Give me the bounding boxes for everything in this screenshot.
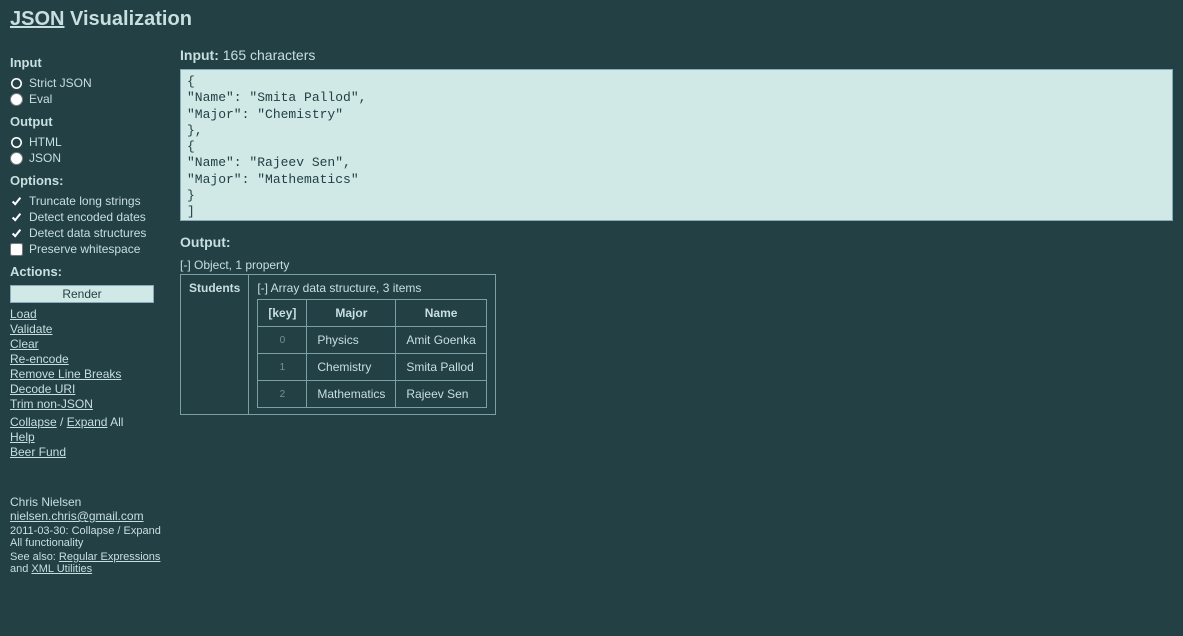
- output-heading: Output: [10, 114, 170, 129]
- author-name: Chris Nielsen: [10, 495, 170, 509]
- input-mode-radio-1[interactable]: [10, 93, 23, 106]
- input-mode-label-0: Strict JSON: [29, 76, 92, 90]
- input-mode-radio-0[interactable]: [10, 77, 23, 90]
- major-cell: Chemistry: [307, 354, 396, 381]
- help-link[interactable]: Help: [10, 430, 35, 444]
- action-trim-non-json[interactable]: Trim non-JSON: [10, 397, 93, 411]
- output-mode-label-1: JSON: [29, 151, 61, 165]
- output-table: Students [-] Array data structure, 3 ite…: [180, 274, 496, 415]
- key-cell: 1: [258, 354, 307, 381]
- see-also-xml[interactable]: XML Utilities: [31, 563, 92, 575]
- input-header: Input: 165 characters: [180, 47, 1173, 63]
- author-email[interactable]: nielsen.chris@gmail.com: [10, 509, 144, 523]
- key-cell: 0: [258, 327, 307, 354]
- major-cell: Physics: [307, 327, 396, 354]
- changelog: 2011-03-30: Collapse / Expand All functi…: [10, 525, 170, 549]
- column-header-1: Major: [307, 300, 396, 327]
- option-check-2[interactable]: [10, 227, 23, 240]
- sidebar: Input Strict JSON Eval Output HTML JSON Op…: [10, 47, 170, 575]
- action-validate[interactable]: Validate: [10, 322, 52, 336]
- major-cell: Mathematics: [307, 381, 396, 408]
- option-check-1[interactable]: [10, 211, 23, 224]
- action-remove-line-breaks[interactable]: Remove Line Breaks: [10, 367, 121, 381]
- action-clear[interactable]: Clear: [10, 337, 39, 351]
- table-row: 1ChemistrySmita Pallod: [258, 354, 486, 381]
- table-row: 2MathematicsRajeev Sen: [258, 381, 486, 408]
- tree-root-label: [-] Object, 1 property: [180, 258, 1173, 272]
- output-mode-radio-0[interactable]: [10, 136, 23, 149]
- output-mode-label-0: HTML: [29, 135, 62, 149]
- option-check-3[interactable]: [10, 243, 23, 256]
- input-heading: Input: [10, 55, 170, 70]
- collapse-toggle[interactable]: [-] Object, 1 property: [180, 258, 289, 272]
- column-header-0: [key]: [258, 300, 307, 327]
- json-input[interactable]: [180, 69, 1173, 221]
- action-re-encode[interactable]: Re-encode: [10, 352, 69, 366]
- option-label-1: Detect encoded dates: [29, 210, 146, 224]
- expand-link[interactable]: Expand: [67, 415, 108, 429]
- property-value: [-] Array data structure, 3 items [key]M…: [249, 275, 495, 415]
- name-cell: Rajeev Sen: [396, 381, 486, 408]
- actions-heading: Actions:: [10, 264, 170, 279]
- beer-link[interactable]: Beer Fund: [10, 445, 66, 459]
- title-link[interactable]: JSON: [10, 8, 64, 30]
- main-content: Input: 165 characters Output: [-] Object…: [180, 47, 1173, 575]
- footer: Chris Nielsen nielsen.chris@gmail.com 20…: [10, 495, 170, 575]
- name-cell: Smita Pallod: [396, 354, 486, 381]
- option-check-0[interactable]: [10, 195, 23, 208]
- page-title: JSON Visualization: [10, 8, 1173, 31]
- action-load[interactable]: Load: [10, 307, 37, 321]
- option-label-0: Truncate long strings: [29, 194, 141, 208]
- input-mode-label-1: Eval: [29, 92, 52, 106]
- key-cell: 2: [258, 381, 307, 408]
- name-cell: Amit Goenka: [396, 327, 486, 354]
- option-label-2: Detect data structures: [29, 226, 146, 240]
- option-label-3: Preserve whitespace: [29, 242, 140, 256]
- output-mode-radio-1[interactable]: [10, 152, 23, 165]
- options-heading: Options:: [10, 173, 170, 188]
- property-name: Students: [181, 275, 249, 415]
- array-toggle[interactable]: [-] Array data structure, 3 items: [257, 281, 421, 295]
- action-decode-uri[interactable]: Decode URI: [10, 382, 75, 396]
- see-also-regex[interactable]: Regular Expressions: [59, 551, 161, 563]
- output-header: Output:: [180, 234, 1173, 250]
- column-header-2: Name: [396, 300, 486, 327]
- collapse-link[interactable]: Collapse: [10, 415, 57, 429]
- render-button[interactable]: Render: [10, 285, 154, 303]
- array-table: [key]MajorName 0PhysicsAmit Goenka1Chemi…: [257, 299, 486, 408]
- table-row: 0PhysicsAmit Goenka: [258, 327, 486, 354]
